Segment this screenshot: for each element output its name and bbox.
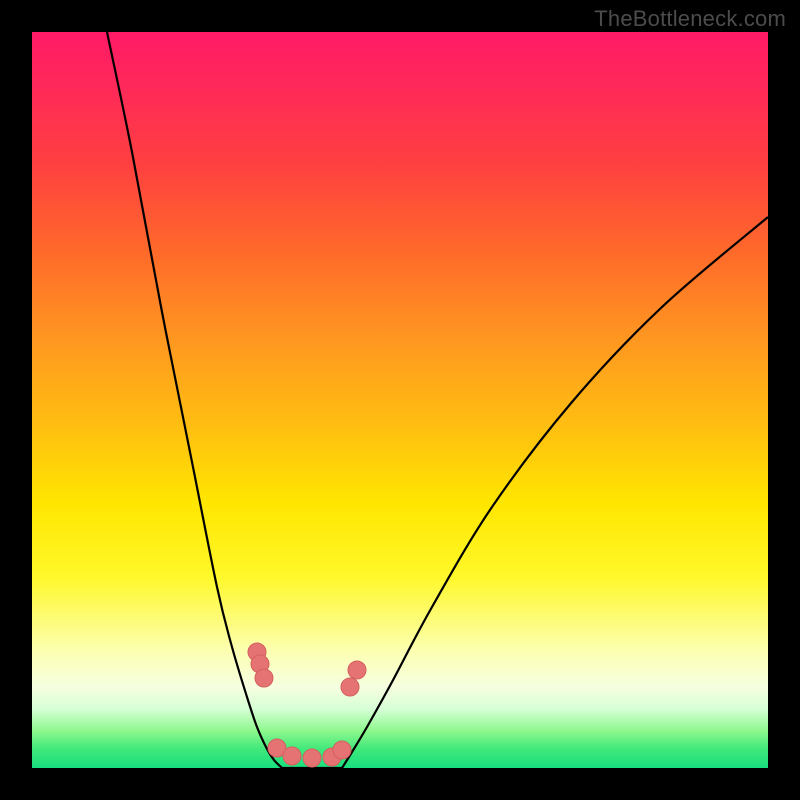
data-marker bbox=[303, 749, 321, 767]
watermark-text: TheBottleneck.com bbox=[594, 6, 786, 32]
data-marker bbox=[333, 741, 351, 759]
data-marker bbox=[348, 661, 366, 679]
plot-area bbox=[32, 32, 768, 768]
curve-right-branch bbox=[342, 217, 768, 768]
chart-svg bbox=[32, 32, 768, 768]
data-marker bbox=[341, 678, 359, 696]
chart-frame: TheBottleneck.com bbox=[0, 0, 800, 800]
data-marker bbox=[283, 747, 301, 765]
data-marker bbox=[255, 669, 273, 687]
